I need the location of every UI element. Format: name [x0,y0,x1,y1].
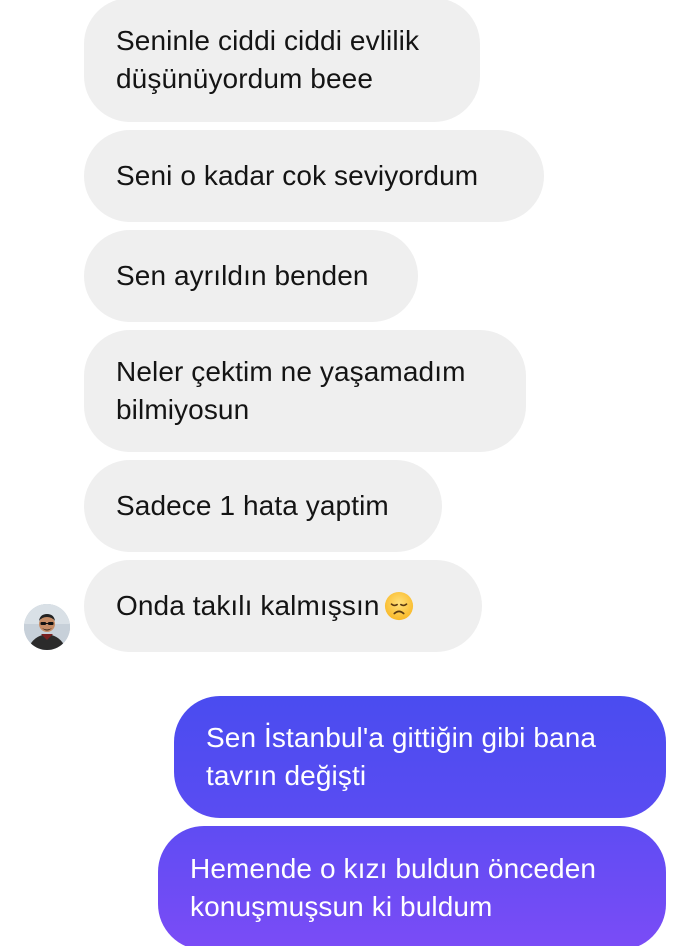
received-message-bubble[interactable]: Onda takılı kalmışsın [84,560,482,652]
message-text: Neler çektim ne yaşamadım bilmiyosun [116,356,466,425]
received-message-bubble[interactable]: Seni o kadar cok seviyordum [84,130,544,222]
received-message-bubble[interactable]: Sen ayrıldın benden [84,230,418,322]
received-message-bubble[interactable]: Sadece 1 hata yaptim [84,460,442,552]
chat-thread: Seninle ciddi ciddi evlilik düşünüyordum… [0,0,690,946]
disappointed-face-icon [384,591,413,621]
message-text: Hemende o kızı buldun önceden konuşmuşsu… [190,853,597,922]
message-text: Seni o kadar cok seviyordum [116,160,479,191]
message-text: Onda takılı kalmışsın [116,590,380,621]
person-photo-icon [24,604,70,650]
message-text: Seninle ciddi ciddi evlilik düşünüyordum… [116,25,420,94]
message-text: Sen İstanbul'a gittiğin gibi bana tavrın… [206,722,597,791]
received-message-bubble[interactable]: Neler çektim ne yaşamadım bilmiyosun [84,330,526,452]
avatar[interactable] [24,604,70,650]
sent-message-bubble[interactable]: Sen İstanbul'a gittiğin gibi bana tavrın… [174,696,666,818]
sent-message-bubble[interactable]: Hemende o kızı buldun önceden konuşmuşsu… [158,826,666,946]
message-text: Sen ayrıldın benden [116,260,369,291]
received-message-bubble[interactable]: Seninle ciddi ciddi evlilik düşünüyordum… [84,0,480,122]
message-text: Sadece 1 hata yaptim [116,490,389,521]
